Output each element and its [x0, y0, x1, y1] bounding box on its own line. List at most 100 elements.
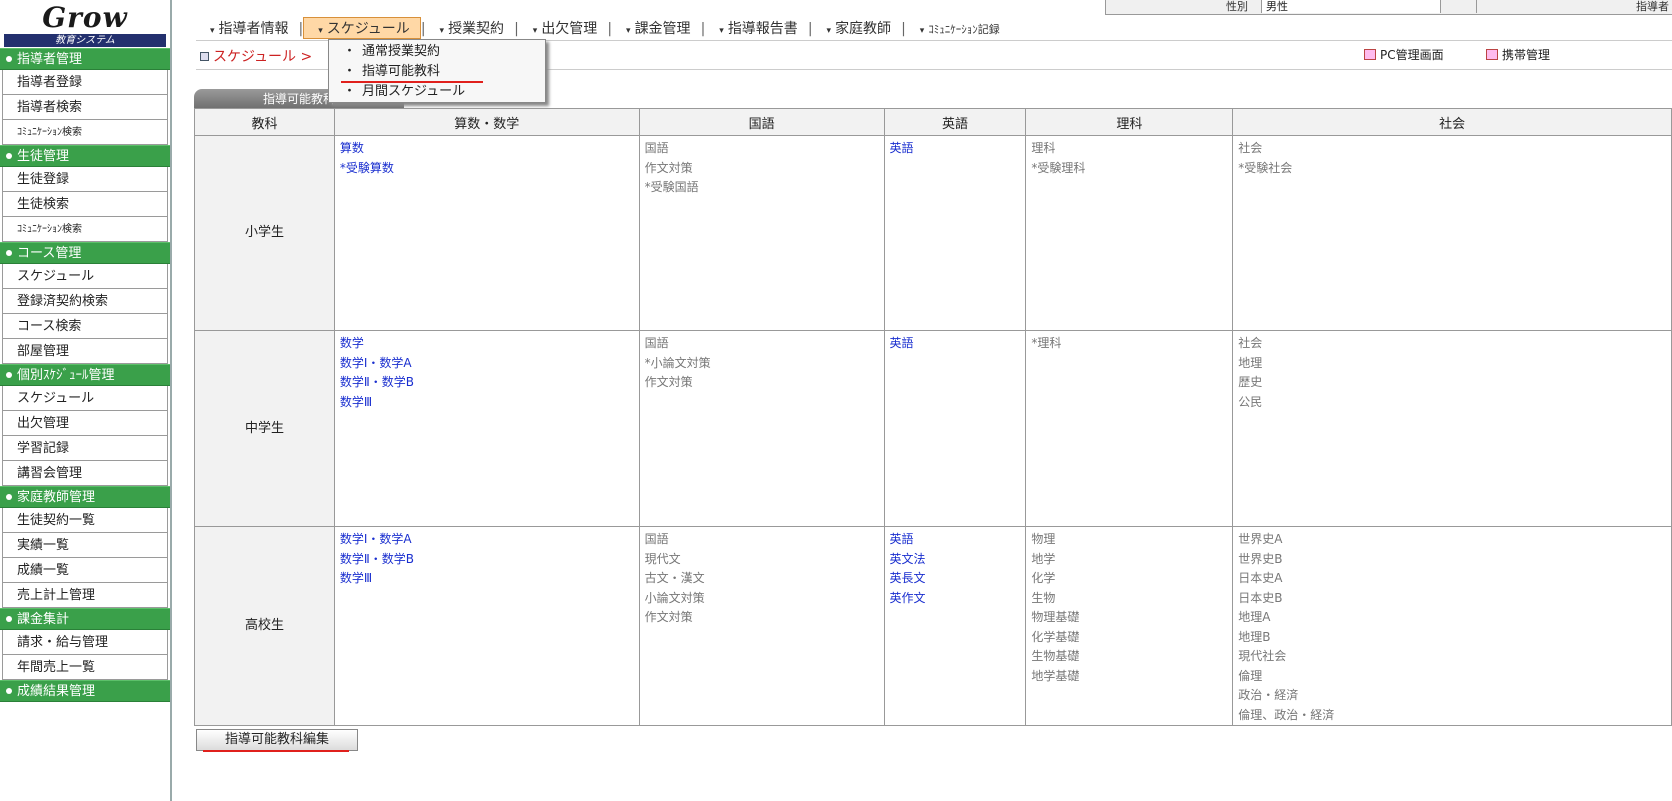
double-chevron-down-icon: ▾	[626, 26, 631, 36]
pc-admin-link[interactable]: PC管理画面	[1364, 46, 1444, 63]
subject-disabled: 現代文	[644, 551, 681, 566]
sidebar-section-header[interactable]: 成績結果管理	[0, 680, 170, 702]
sidebar-item[interactable]: 出欠管理	[2, 411, 168, 436]
sidebar-section-header[interactable]: 課金集計	[0, 608, 170, 630]
dropdown-item[interactable]: ・月間スケジュール	[329, 82, 545, 102]
sidebar-item[interactable]: 生徒登録	[2, 167, 168, 192]
sidebar-item[interactable]: 指導者検索	[2, 95, 168, 120]
mobile-admin-link[interactable]: 携帯管理	[1486, 46, 1550, 63]
nav-tab-label: 授業契約	[448, 21, 505, 37]
gender-value: 男性	[1261, 0, 1441, 13]
subject-enabled: 英長文	[889, 571, 926, 585]
sidebar-item[interactable]: 生徒検索	[2, 192, 168, 217]
breadcrumb-text: スケジュール >	[213, 49, 313, 65]
column-header: 理科	[1025, 108, 1234, 136]
subject-disabled: *受験社会	[1238, 160, 1293, 175]
sidebar-section-header[interactable]: 生徒管理	[0, 145, 170, 167]
double-chevron-down-icon: ▾	[439, 26, 445, 36]
double-chevron-down-icon: ▾	[210, 26, 215, 36]
edit-subjects-label: 指導可能教科編集	[224, 732, 329, 747]
nav-tab[interactable]: ▾ 出欠管理	[519, 18, 608, 40]
dropdown-item[interactable]: ・通常授業契約	[329, 42, 545, 62]
nav-tab[interactable]: ▾ スケジュール	[303, 17, 421, 39]
dropdown-item[interactable]: ・指導可能教科	[329, 62, 545, 83]
pc-admin-label: PC管理画面	[1380, 48, 1444, 62]
nav-tab[interactable]: ▾ ｺﾐｭﾆｹｰｼｮﾝ記録	[906, 19, 1010, 41]
window-icon	[1486, 49, 1498, 60]
subject-cell: 算数 *受験算数	[333, 135, 640, 331]
breadcrumb[interactable]: スケジュール >	[200, 46, 312, 66]
sidebar-section-header[interactable]: 家庭教師管理	[0, 486, 170, 508]
nav-tab[interactable]: ▾ 課金管理	[612, 18, 701, 40]
subject-disabled: 化学	[1031, 571, 1056, 585]
subject-disabled: *受験国語	[644, 180, 699, 194]
edit-subjects-button[interactable]: 指導可能教科編集	[196, 729, 358, 752]
nav-tab-label: スケジュール	[326, 21, 410, 37]
sidebar-section-header[interactable]: 個別ｽｹｼﾞｭｰﾙ管理	[0, 364, 170, 386]
subject-disabled: 作文対策	[644, 610, 693, 624]
sidebar-item[interactable]: スケジュール	[2, 386, 168, 411]
subject-disabled: 物理	[1031, 532, 1056, 546]
table-row: 中学生 数学 数学Ⅰ・数学A 数学Ⅱ・数学B 数学Ⅲ 国語 *小論文対策 作文対策 英語 *理科 社…	[194, 330, 1672, 527]
subject-cell: 国語 現代文 古文・漢文 小論文対策 作文対策	[638, 526, 885, 726]
subject-enabled: 数学Ⅰ・数学A	[339, 532, 412, 546]
sidebar-item[interactable]: 請求・給与管理	[2, 630, 168, 655]
subject-cell: 国語 作文対策 *受験国語	[638, 135, 885, 331]
subject-enabled: 英語	[889, 141, 914, 155]
subject-disabled: 生物基礎	[1031, 649, 1080, 663]
double-chevron-down-icon: ▾	[719, 26, 724, 36]
sidebar-item[interactable]: 部屋管理	[2, 339, 168, 364]
subject-cell: 国語 *小論文対策 作文対策	[638, 330, 885, 527]
sidebar-item[interactable]: 登録済契約検索	[2, 289, 168, 314]
sidebar-item[interactable]: 年間売上一覧	[2, 655, 168, 680]
nav-tab[interactable]: ▾ 指導報告書	[705, 18, 808, 40]
subject-disabled: 倫理	[1238, 668, 1263, 683]
sidebar-item[interactable]: 指導者登録	[2, 70, 168, 95]
sidebar-section-title: コース管理	[17, 246, 82, 261]
subject-disabled: 社会	[1238, 141, 1263, 155]
sidebar-item[interactable]: 成績一覧	[2, 558, 168, 583]
sidebar-item[interactable]: 生徒契約一覧	[2, 508, 168, 533]
subject-disabled: 世界史A	[1238, 532, 1283, 546]
subject-enabled: 英語	[889, 532, 914, 546]
sidebar-section-header[interactable]: コース管理	[0, 242, 170, 264]
nav-tab[interactable]: ▾ 指導者情報	[196, 18, 299, 40]
subject-cell: 物理 地学 化学 生物 物理基礎 化学基礎 生物基礎 地学基礎	[1025, 526, 1234, 726]
subject-enabled: 数学Ⅰ・数学A	[339, 355, 412, 370]
top-nav: ▾ 指導者情報 | ▾ スケジュール | ▾ 授業契約 | ▾ 出欠管理 | ▾ 課金管理 | ▾ 指導報告書 |…	[196, 17, 1672, 41]
user-info-strip: 性別 男性 指導者	[1105, 0, 1672, 15]
subject-enabled: 数学	[339, 336, 364, 350]
breadcrumb-icon	[200, 52, 209, 61]
sidebar-item[interactable]: コース検索	[2, 314, 168, 339]
subject-enabled: 英文法	[889, 551, 926, 566]
nav-tab[interactable]: ▾ 家庭教師	[813, 18, 902, 40]
subject-disabled: 生物	[1031, 590, 1056, 605]
sidebar-item[interactable]: 売上計上管理	[2, 583, 168, 608]
table-header-row: 教科 算数・数学 国語 英語 理科 社会	[194, 108, 1672, 136]
strip-right-label: 指導者	[1476, 0, 1672, 13]
sidebar-item[interactable]: スケジュール	[2, 264, 168, 289]
window-icon	[1364, 49, 1376, 60]
subject-cell: *理科	[1025, 330, 1234, 527]
sidebar-item[interactable]: ｺﾐｭﾆｹｰｼｮﾝ検索	[2, 120, 168, 145]
sidebar-item[interactable]: ｺﾐｭﾆｹｰｼｮﾝ検索	[2, 217, 168, 242]
bullet-icon	[6, 615, 12, 622]
double-chevron-down-icon: ▾	[532, 26, 538, 36]
sidebar-item[interactable]: 実績一覧	[2, 533, 168, 558]
sidebar-section-header[interactable]: 指導者管理	[0, 48, 170, 70]
bullet-icon: ・	[343, 84, 357, 99]
nav-tab-label: 指導報告書	[727, 21, 798, 37]
subject-disabled: 作文対策	[644, 375, 693, 389]
nav-tab[interactable]: ▾ 授業契約	[426, 18, 515, 40]
sidebar-section-title: 個別ｽｹｼﾞｭｰﾙ管理	[17, 368, 115, 383]
subject-enabled: 算数	[339, 141, 364, 155]
sidebar-item[interactable]: 学習記録	[2, 436, 168, 461]
subject-cell: 数学 数学Ⅰ・数学A 数学Ⅱ・数学B 数学Ⅲ	[333, 330, 640, 527]
nav-tab-label: 指導者情報	[218, 21, 289, 37]
double-chevron-down-icon: ▾	[919, 26, 925, 36]
subject-disabled: 地学	[1031, 551, 1056, 566]
subject-disabled: 物理基礎	[1031, 610, 1080, 624]
sidebar-item[interactable]: 講習会管理	[2, 461, 168, 486]
subject-disabled: 古文・漢文	[644, 571, 705, 585]
sidebar-section-title: 成績結果管理	[17, 684, 96, 699]
